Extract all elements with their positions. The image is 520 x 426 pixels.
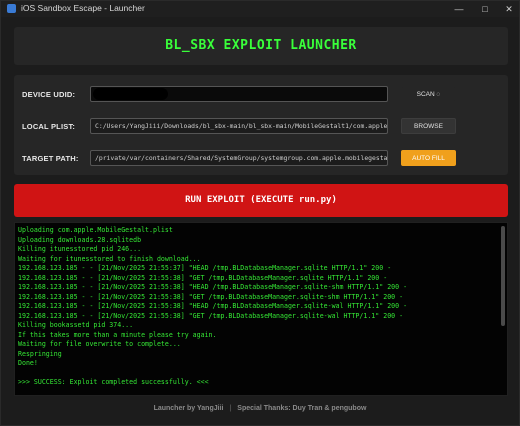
scan-button[interactable]: SCAN ◌ — [401, 86, 456, 102]
auto-fill-button[interactable]: AUTO FILL — [401, 150, 456, 166]
device-udid-label: DEVICE UDID: — [22, 90, 76, 99]
app-icon — [7, 4, 16, 13]
console-line: Waiting for itunesstored to finish downl… — [18, 254, 201, 263]
maximize-button[interactable]: □ — [473, 2, 497, 16]
header-panel: BL_SBX EXPLOIT LAUNCHER — [14, 27, 508, 65]
console-line: Killing bookassetd pid 374... — [18, 321, 134, 329]
console-output[interactable]: Uploading com.apple.MobileGestalt.plist U… — [14, 222, 508, 396]
console-line: Uploading com.apple.MobileGestalt.plist — [18, 226, 173, 234]
device-udid-input[interactable] — [90, 86, 388, 102]
minimize-button[interactable]: — — [447, 2, 471, 16]
console-line: >>> SUCCESS: Exploit completed successfu… — [18, 378, 209, 386]
footer: Launcher by YangJiii | Special Thanks: Duy… — [1, 401, 519, 417]
local-plist-label: LOCAL PLIST: — [22, 122, 76, 131]
footer-credit: Launcher by YangJiii — [153, 405, 224, 412]
console-line: 192.168.123.185 - - [21/Nov/2025 21:55:3… — [18, 302, 408, 310]
launcher-window: iOS Sandbox Escape - Launcher — □ ✕ BL_S… — [0, 0, 520, 426]
console-line: 192.168.123.185 - - [21/Nov/2025 21:55:3… — [18, 311, 404, 320]
scrollbar-thumb[interactable] — [501, 226, 505, 326]
console-line: Uploading downloads.28.sqlitedb — [18, 235, 142, 244]
console-line: Done! — [18, 359, 38, 367]
console-line: 192.168.123.185 - - [21/Nov/2025 21:55:3… — [18, 273, 388, 282]
console-line: Killing itunesstored pid 246... — [18, 245, 142, 253]
target-path-input[interactable]: /private/var/containers/Shared/SystemGro… — [90, 150, 388, 166]
run-exploit-button[interactable]: RUN EXPLOIT (EXECUTE run.py) — [14, 184, 508, 217]
console-log: Uploading com.apple.MobileGestalt.plist U… — [18, 226, 496, 388]
settings-panel: DEVICE UDID: SCAN ◌ LOCAL PLIST: C:/User… — [14, 75, 508, 175]
browse-button[interactable]: BROWSE — [401, 118, 456, 134]
console-line: Respringing — [18, 349, 62, 358]
local-plist-input[interactable]: C:/Users/YangJiii/Downloads/bl_sbx-main/… — [90, 118, 388, 134]
window-title: iOS Sandbox Escape - Launcher — [21, 3, 145, 13]
footer-thanks: Special Thanks: Duy Tran & pengubow — [237, 405, 367, 412]
title-bar[interactable]: iOS Sandbox Escape - Launcher — □ ✕ — [1, 1, 519, 17]
console-line: 192.168.123.185 - - [21/Nov/2025 21:55:3… — [18, 292, 404, 301]
footer-separator: | — [229, 405, 232, 412]
console-line: If this takes more than a minute please … — [18, 330, 217, 339]
target-path-label: TARGET PATH: — [22, 154, 79, 163]
close-button[interactable]: ✕ — [497, 2, 520, 16]
page-title: BL_SBX EXPLOIT LAUNCHER — [165, 38, 357, 53]
console-line: 192.168.123.185 - - [21/Nov/2025 21:55:3… — [18, 264, 392, 272]
redacted-udid — [93, 88, 168, 100]
console-scrollbar[interactable] — [500, 224, 506, 394]
console-line: Waiting for file overwrite to complete..… — [18, 340, 181, 348]
console-line: 192.168.123.185 - - [21/Nov/2025 21:55:3… — [18, 283, 408, 291]
